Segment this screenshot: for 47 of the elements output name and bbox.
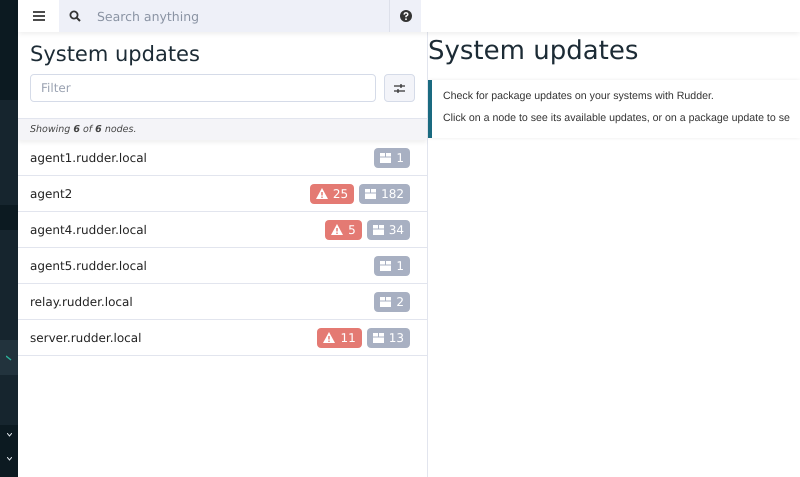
- box-icon: [372, 224, 384, 234]
- filter-field[interactable]: Filter: [30, 74, 376, 102]
- updates-badge: 34: [366, 220, 410, 240]
- node-row[interactable]: agent1.rudder.local 1: [18, 140, 427, 176]
- warning-icon: [331, 224, 344, 235]
- search-field[interactable]: Search anything: [81, 8, 389, 24]
- search-icon: [69, 10, 81, 22]
- security-updates-badge: 25: [310, 184, 354, 204]
- chevron-icon[interactable]: [6, 457, 12, 461]
- page-title: System updates: [428, 36, 640, 66]
- node-name: agent4.rudder.local: [30, 222, 148, 236]
- info-text: Click on a node to see its available updates, or on a package update to se: [443, 112, 791, 124]
- box-icon: [365, 188, 376, 198]
- sidebar-section: [0, 205, 18, 230]
- sliders-icon: [394, 82, 405, 94]
- node-name: agent1.rudder.local: [30, 150, 148, 164]
- node-row[interactable]: agent5.rudder.local 1: [18, 248, 427, 284]
- warning-icon: [323, 332, 336, 343]
- node-name: agent5.rudder.local: [30, 258, 148, 272]
- help-icon: [400, 10, 412, 22]
- box-icon: [380, 296, 392, 306]
- info-text: Check for package updates on your systems with Rudder.: [443, 90, 715, 102]
- updates-badge: 13: [366, 328, 410, 348]
- search-bar[interactable]: Search anything: [59, 0, 390, 32]
- panel-title: System updates: [30, 42, 201, 66]
- help-button[interactable]: [390, 0, 421, 32]
- node-row[interactable]: agent2 25 182: [18, 176, 427, 212]
- menu-icon: [32, 11, 44, 21]
- node-name: agent2: [30, 186, 74, 200]
- box-icon: [372, 332, 384, 342]
- node-row[interactable]: server.rudder.local 11 13: [18, 320, 427, 356]
- updates-badge: 1: [374, 256, 410, 276]
- updates-badge: 1: [374, 148, 410, 168]
- chevron-icon[interactable]: [6, 433, 12, 437]
- node-name: server.rudder.local: [30, 330, 142, 344]
- updates-badge: 2: [374, 292, 410, 312]
- warning-icon: [316, 188, 328, 199]
- security-updates-badge: 11: [317, 328, 362, 348]
- results-summary: Showing 6 of 6 nodes.: [18, 118, 427, 140]
- box-icon: [380, 260, 392, 270]
- box-icon: [380, 152, 392, 162]
- node-name: relay.rudder.local: [30, 294, 134, 308]
- security-updates-badge: 5: [325, 220, 362, 240]
- node-row[interactable]: relay.rudder.local 2: [18, 284, 427, 320]
- filter-options-button[interactable]: [384, 74, 415, 102]
- node-row[interactable]: agent4.rudder.local 5 34: [18, 212, 427, 248]
- updates-badge: 182: [359, 184, 410, 204]
